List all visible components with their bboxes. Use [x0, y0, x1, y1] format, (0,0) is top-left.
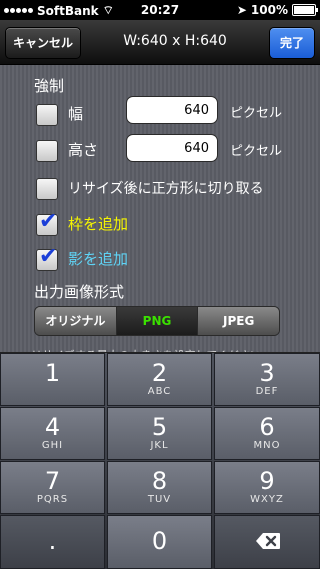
key-digit: 5	[151, 413, 168, 441]
key-digit: .	[48, 527, 57, 555]
checkmark-icon: ✔	[39, 209, 58, 234]
crop-label: リサイズ後に正方形に切り取る	[68, 181, 264, 197]
status-right: ➤ 100%	[236, 3, 318, 17]
key-3[interactable]: 3 DEF	[214, 353, 320, 406]
key-4[interactable]: 4 GHI	[0, 407, 105, 460]
key-digit: 1	[44, 359, 61, 387]
key-digit: 9	[259, 467, 275, 495]
section-force-label: 強制	[34, 77, 65, 95]
key-9[interactable]: 9 WXYZ	[214, 461, 320, 514]
checkmark-icon: ✔	[39, 244, 58, 269]
key-digit: 0	[151, 527, 168, 555]
key-1[interactable]: 1	[0, 353, 105, 406]
cancel-button[interactable]: キャンセル	[5, 27, 81, 59]
key-2[interactable]: 2 ABC	[107, 353, 212, 406]
frame-label: 枠を追加	[68, 215, 129, 233]
key-digit: 2	[151, 359, 168, 387]
height-field[interactable]: 640	[126, 134, 218, 162]
height-unit: ピクセル	[230, 144, 283, 159]
key-5[interactable]: 5 JKL	[107, 407, 212, 460]
width-checkbox[interactable]	[36, 104, 58, 126]
key-letters: TUV	[147, 494, 172, 505]
key-0[interactable]: 0	[107, 515, 212, 569]
key-digit: 7	[44, 467, 61, 495]
done-button[interactable]: 完了	[269, 27, 315, 59]
format-section-label: 出力画像形式	[34, 283, 125, 301]
format-png[interactable]: PNG	[116, 307, 199, 335]
key-decimal[interactable]: .	[0, 515, 105, 569]
numeric-keypad: 1 2 ABC 3 DEF 4 GHI 5 JKL 6 MNO 7 PQRS 8…	[0, 352, 320, 569]
height-label: 高さ	[68, 141, 99, 159]
shadow-checkbox[interactable]: ✔	[36, 244, 58, 271]
nav-bar: キャンセル W:640 x H:640 完了	[0, 20, 320, 65]
width-field[interactable]: 640	[126, 96, 218, 124]
width-unit: ピクセル	[230, 106, 283, 121]
key-letters: ABC	[147, 386, 172, 397]
format-original[interactable]: オリジナル	[35, 307, 117, 335]
key-letters: MNO	[253, 440, 281, 451]
width-label: 幅	[68, 105, 84, 123]
key-digit: 4	[44, 413, 61, 441]
battery-icon	[292, 4, 318, 16]
status-bar: SoftBank ⌔ 20:27 ➤ 100%	[0, 0, 320, 20]
format-segmented-control: オリジナル PNG JPEG	[34, 306, 280, 336]
settings-panel: 強制 幅 640 ピクセル 高さ 640 ピクセル リサイズ後に正方形に切り取る…	[0, 65, 320, 362]
key-letters: WXYZ	[250, 494, 284, 505]
nav-title: W:640 x H:640	[123, 33, 227, 49]
battery-percent: 100%	[250, 3, 288, 17]
key-7[interactable]: 7 PQRS	[0, 461, 105, 514]
frame-checkbox[interactable]: ✔	[36, 209, 58, 236]
key-digit: 8	[151, 467, 168, 495]
location-icon: ➤	[236, 3, 247, 17]
height-checkbox[interactable]	[36, 140, 58, 162]
key-8[interactable]: 8 TUV	[107, 461, 212, 514]
key-digit: 6	[259, 413, 275, 441]
crop-checkbox[interactable]	[36, 178, 58, 200]
key-6[interactable]: 6 MNO	[214, 407, 320, 460]
format-jpeg[interactable]: JPEG	[198, 307, 279, 335]
backspace-key[interactable]	[214, 515, 320, 569]
key-digit: 3	[259, 359, 275, 387]
key-letters: DEF	[255, 386, 279, 397]
key-letters: JKL	[150, 440, 169, 451]
key-letters: PQRS	[36, 494, 69, 505]
backspace-icon	[256, 533, 280, 549]
key-letters: GHI	[41, 440, 64, 451]
shadow-label: 影を追加	[68, 250, 129, 268]
